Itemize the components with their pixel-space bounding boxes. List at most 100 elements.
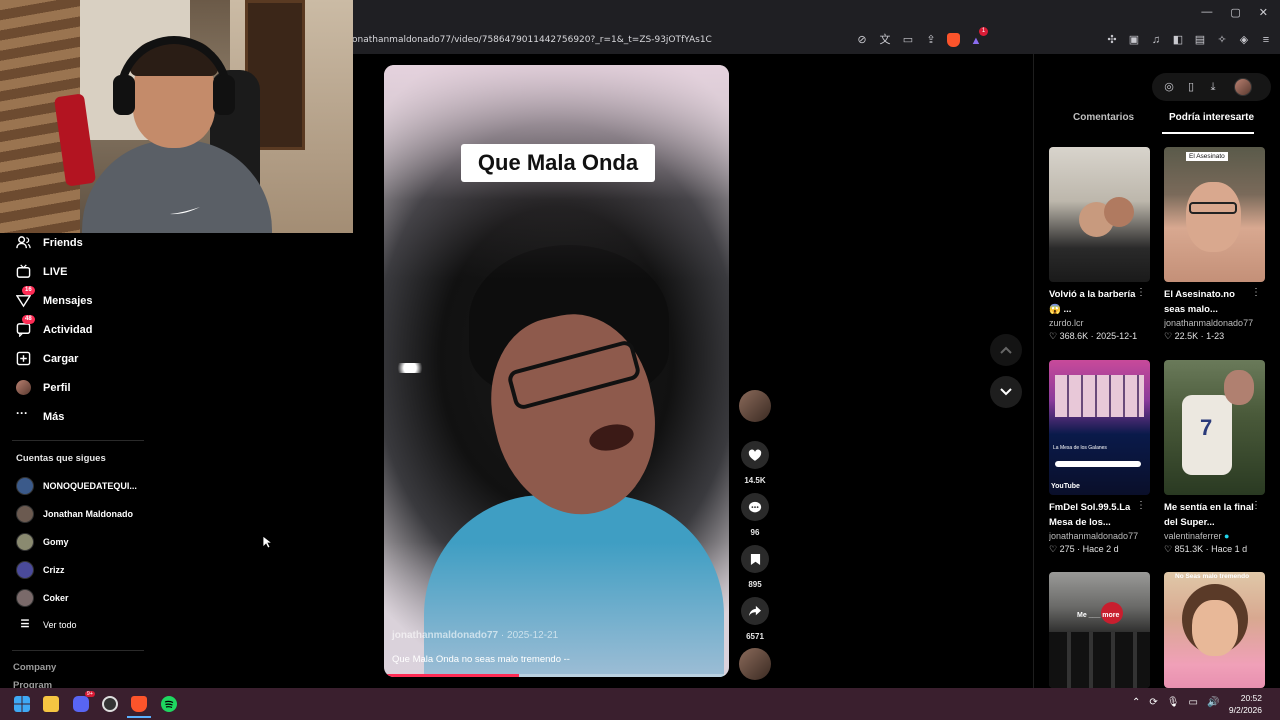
tab-comments[interactable]: Comentarios [1073, 112, 1134, 123]
volume-icon[interactable]: 🔊 [1207, 697, 1219, 708]
brave-rewards-icon[interactable]: ▲ 1 [969, 27, 988, 49]
file-explorer-icon[interactable] [43, 696, 59, 712]
card-author-name: valentinaferrer [1164, 531, 1222, 541]
phone-icon[interactable]: ▯ [1184, 80, 1198, 94]
brave-shields-icon[interactable] [947, 33, 960, 47]
card-author: zurdo.lcr [1049, 318, 1084, 328]
account-avatar [16, 589, 34, 607]
card-date: Hace 2 d [1082, 544, 1119, 554]
recommended-video-card[interactable]: 7 ⋮ Me sentía en la final del Super... v… [1164, 360, 1265, 555]
sync-icon[interactable]: ⟳ [1149, 697, 1157, 708]
video-author-line[interactable]: jonathanmaldonado77 · 2025-12-21 [392, 630, 558, 641]
share-icon[interactable]: ⇪ [924, 33, 938, 47]
obs-icon[interactable] [102, 696, 118, 712]
heart-outline-icon: ♡ [1049, 544, 1058, 554]
messages-icon [15, 295, 32, 308]
account-name: Coker [43, 593, 69, 603]
sidebar-item-live[interactable]: LIVE [16, 264, 67, 279]
tab-recommended[interactable]: Podría interesarte [1169, 112, 1254, 123]
wallet-icon[interactable]: ▣ [1127, 33, 1141, 47]
like-count: 14.5K [744, 476, 766, 485]
card-more-icon[interactable]: ⋮ [1251, 287, 1261, 298]
friends-icon [16, 236, 31, 249]
menu-icon[interactable]: ≡ [1259, 33, 1273, 47]
thumbnail-text: Me ___ more [1077, 612, 1120, 619]
vpn-shield-icon[interactable]: ◈ [1237, 33, 1251, 47]
activity-badge: 48 [22, 315, 35, 324]
card-more-icon[interactable]: ⋮ [1251, 500, 1261, 511]
card-more-icon[interactable]: ⋮ [1136, 500, 1146, 511]
sidebar-item-more[interactable]: ··· Más [16, 407, 64, 424]
sidebar-item-upload[interactable]: Cargar [16, 351, 78, 366]
following-account[interactable]: Jonathan Maldonado [16, 505, 133, 523]
sidebar-item-label: LIVE [43, 265, 68, 278]
card-stats: ♡ 851.3K · Hace 1 d [1164, 544, 1248, 554]
sound-disc-avatar[interactable] [739, 648, 771, 680]
screen-icon[interactable]: ▭ [901, 33, 915, 47]
following-account[interactable]: NONOQUEDATEQUI... [16, 477, 137, 495]
thumbnail-text: La Mesa de los Galanes [1053, 445, 1107, 451]
following-account[interactable]: Gomy [16, 533, 69, 551]
bookmark-icon [750, 553, 760, 565]
video-player[interactable]: Que Mala Onda jonathanmaldonado77 · 2025… [384, 65, 729, 677]
sidebar-item-friends[interactable]: Friends [16, 235, 83, 250]
microphone-icon[interactable]: 🎙 [1167, 697, 1180, 708]
spotify-icon[interactable] [161, 696, 177, 712]
download-icon[interactable]: ⤓ [1206, 80, 1220, 94]
right-panel: ◎ ▯ ⤓ Comentarios Podría interesarte ⋮ V… [1033, 54, 1280, 688]
compass-icon[interactable]: ◎ [1162, 80, 1176, 94]
reader-off-icon[interactable]: ⊘ [855, 33, 869, 47]
following-account[interactable]: Coker [16, 589, 69, 607]
discord-icon[interactable]: 9+ [73, 691, 95, 712]
card-likes: 22.5K [1174, 331, 1199, 341]
card-date: 1-23 [1206, 331, 1225, 341]
sidebar-item-activity[interactable]: 48 Actividad [16, 315, 93, 338]
close-window-button[interactable]: ✕ [1259, 6, 1268, 19]
previous-video-button[interactable] [990, 334, 1022, 366]
sidebar-divider [12, 650, 144, 651]
save-button[interactable] [741, 545, 769, 573]
music-icon[interactable]: ♫ [1149, 33, 1163, 47]
sidebar-item-messages[interactable]: 16 Mensajes [15, 286, 93, 308]
user-avatar[interactable] [1234, 78, 1252, 96]
list-icon: ☰ [20, 619, 30, 630]
address-bar-actions: ⊘ 文 ▭ ⇪ ▲ 1 [855, 27, 988, 50]
share-count: 6571 [746, 632, 764, 641]
following-account[interactable]: Crizz [16, 561, 65, 579]
maximize-button[interactable]: ▢ [1230, 6, 1240, 19]
card-author: jonathanmaldonado77 [1049, 531, 1139, 541]
minimize-button[interactable]: — [1201, 6, 1212, 19]
video-thumbnail: La Mesa de los Galanes YouTube [1049, 360, 1150, 495]
windows-start-icon[interactable] [14, 696, 30, 712]
display-icon[interactable]: ▭ [1188, 697, 1197, 708]
recommended-video-card[interactable]: El Asesinato ⋮ El Asesinato.no seas malo… [1164, 147, 1265, 342]
recommended-video-card[interactable]: ⋮ Volvió a la barbería 😱 ... zurdo.lcr ♡… [1049, 147, 1150, 342]
leo-ai-icon[interactable]: ✧ [1215, 33, 1229, 47]
recommended-video-card[interactable]: La Mesa de los Galanes YouTube ⋮ FmDel S… [1049, 360, 1150, 555]
brave-browser-icon[interactable] [131, 696, 147, 712]
comment-button[interactable] [741, 493, 769, 521]
share-button[interactable] [741, 597, 769, 625]
translate-icon[interactable]: 文 [878, 33, 892, 47]
tray-overflow-icon[interactable]: ⌃ [1132, 697, 1140, 708]
next-video-button[interactable] [990, 376, 1022, 408]
thumbnail-tag: El Asesinato [1186, 152, 1228, 161]
wallet-card-icon[interactable]: ▤ [1193, 33, 1207, 47]
see-all-link[interactable]: ☰ Ver todo [16, 619, 77, 630]
sidebar-toggle-icon[interactable]: ◧ [1171, 33, 1185, 47]
video-date: 2025-12-21 [507, 630, 559, 641]
recommended-video-card[interactable]: No Seas malo tremendo [1164, 572, 1265, 688]
clock-time: 20:52 [1240, 693, 1262, 703]
sidebar-item-profile[interactable]: Perfil [16, 380, 71, 395]
extensions-icon[interactable]: ✣ [1105, 33, 1119, 47]
taskbar-clock[interactable]: 20:52 9/2/2026 [1229, 692, 1262, 716]
video-thumbnail: Me ___ more [1049, 572, 1150, 688]
card-more-icon[interactable]: ⋮ [1136, 287, 1146, 298]
creator-avatar[interactable] [739, 390, 771, 422]
card-title: Me sentía en la final del Super... [1164, 502, 1254, 528]
mouse-cursor-icon [262, 535, 272, 549]
recommended-video-card[interactable]: Me ___ more [1049, 572, 1150, 688]
like-button[interactable] [741, 441, 769, 469]
video-author: jonathanmaldonado77 [392, 630, 499, 641]
footer-link-company[interactable]: Company [13, 662, 56, 673]
